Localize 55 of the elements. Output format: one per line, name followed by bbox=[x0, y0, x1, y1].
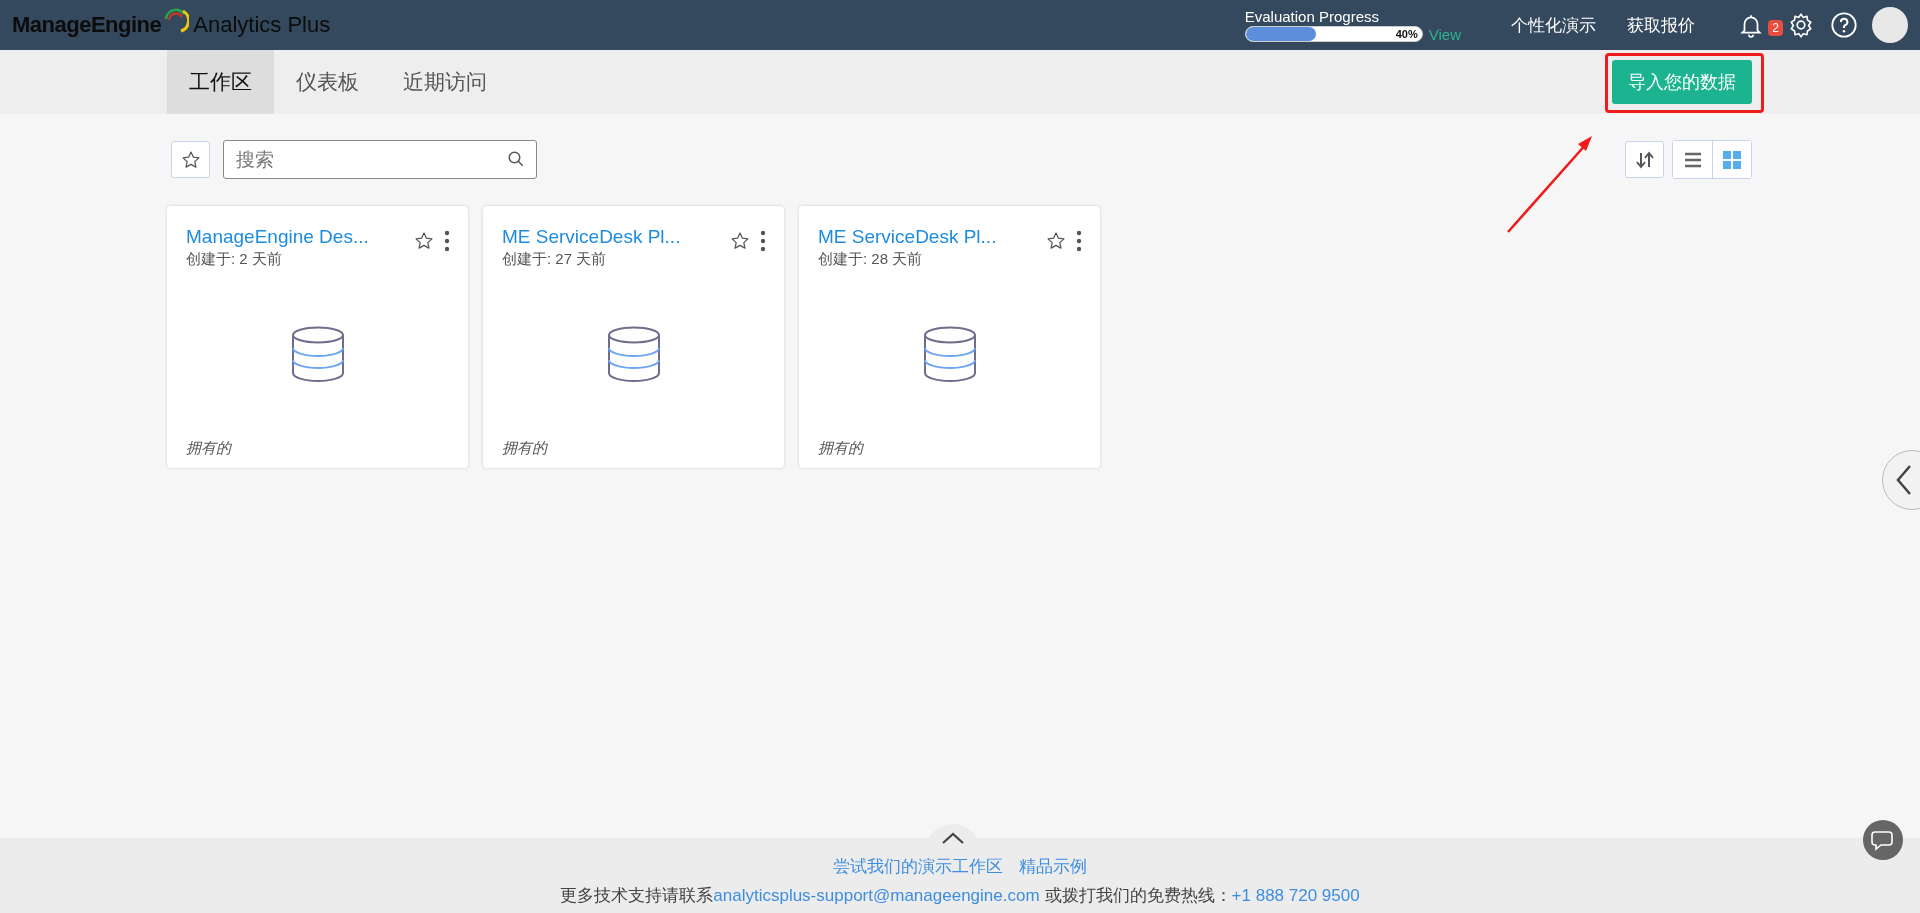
more-options-icon[interactable] bbox=[760, 230, 766, 252]
progress-reading: 40% bbox=[1395, 27, 1418, 41]
workspace-name[interactable]: ME ServiceDesk Pl... bbox=[502, 226, 681, 247]
support-email-link[interactable]: analyticsplus-support@manageengine.com bbox=[713, 885, 1040, 906]
workspace-card[interactable]: ManageEngine Des... 创建于: 2 天前 拥有的 bbox=[167, 206, 468, 468]
favorite-star-icon bbox=[1046, 231, 1066, 251]
ownership-label: 拥有的 bbox=[186, 439, 233, 458]
footer-link[interactable]: 精品示例 bbox=[1019, 854, 1087, 878]
search-icon bbox=[507, 150, 525, 168]
evaluation-title: Evaluation Progress bbox=[1244, 7, 1380, 25]
import-data-button[interactable]: 导入您的数据 bbox=[1612, 60, 1752, 104]
logo-brand: ManageEngine bbox=[12, 12, 162, 38]
footer-link[interactable]: 尝试我们的演示工作区 bbox=[833, 854, 1003, 878]
tab[interactable]: 工作区 bbox=[167, 50, 274, 114]
support-text: 更多技术支持请联系 bbox=[560, 884, 714, 907]
phone-link[interactable]: +1 888 720 9500 bbox=[1231, 885, 1360, 906]
grid-view-icon bbox=[1722, 149, 1742, 170]
header-link[interactable]: 获取报价 bbox=[1627, 13, 1695, 37]
database-icon bbox=[923, 326, 977, 382]
sort-arrows-icon bbox=[1634, 149, 1655, 170]
help-icon[interactable] bbox=[1830, 11, 1858, 39]
created-date: 创建于: 28 天前 bbox=[818, 250, 924, 269]
chat-bubble-icon bbox=[1871, 829, 1895, 851]
avatar[interactable] bbox=[1872, 7, 1908, 43]
favorites-filter-button[interactable] bbox=[171, 141, 210, 178]
chat-button[interactable] bbox=[1863, 820, 1903, 860]
chevron-left-icon bbox=[1895, 464, 1913, 496]
tab[interactable]: 近期访问 bbox=[381, 50, 509, 114]
settings-icon[interactable] bbox=[1788, 12, 1814, 38]
database-icon bbox=[291, 326, 345, 382]
logo-arc-icon bbox=[163, 7, 190, 33]
workspace-card[interactable]: ME ServiceDesk Pl... 创建于: 28 天前 拥有的 bbox=[799, 206, 1100, 468]
logo-product: Analytics Plus bbox=[193, 12, 331, 38]
search-field[interactable]: 搜索 bbox=[223, 140, 537, 179]
more-options-icon[interactable] bbox=[1076, 230, 1082, 252]
more-options-icon[interactable] bbox=[444, 230, 450, 252]
database-icon bbox=[607, 326, 661, 382]
ownership-label: 拥有的 bbox=[502, 439, 549, 458]
workspace-name[interactable]: ManageEngine Des... bbox=[186, 226, 369, 247]
bell-icon[interactable] bbox=[1738, 12, 1764, 38]
created-date: 创建于: 27 天前 bbox=[502, 250, 608, 269]
hotline-text: 或拨打我们的免费热线： bbox=[1044, 884, 1232, 907]
created-date: 创建于: 2 天前 bbox=[186, 250, 283, 269]
workspace-card[interactable]: ME ServiceDesk Pl... 创建于: 27 天前 拥有的 bbox=[483, 206, 784, 468]
favorite-star-icon bbox=[414, 231, 434, 251]
ownership-label: 拥有的 bbox=[818, 439, 865, 458]
header-link[interactable]: 个性化演示 bbox=[1511, 13, 1596, 37]
view-link[interactable]: View bbox=[1428, 25, 1461, 43]
star-icon bbox=[180, 149, 201, 170]
tab[interactable]: 仪表板 bbox=[274, 50, 381, 114]
chevron-up-icon bbox=[941, 831, 965, 845]
notification-badge: 2 bbox=[1768, 20, 1783, 36]
workspace-name[interactable]: ME ServiceDesk Pl... bbox=[818, 226, 997, 247]
favorite-star-icon bbox=[730, 231, 750, 251]
sort-button[interactable] bbox=[1625, 141, 1664, 178]
